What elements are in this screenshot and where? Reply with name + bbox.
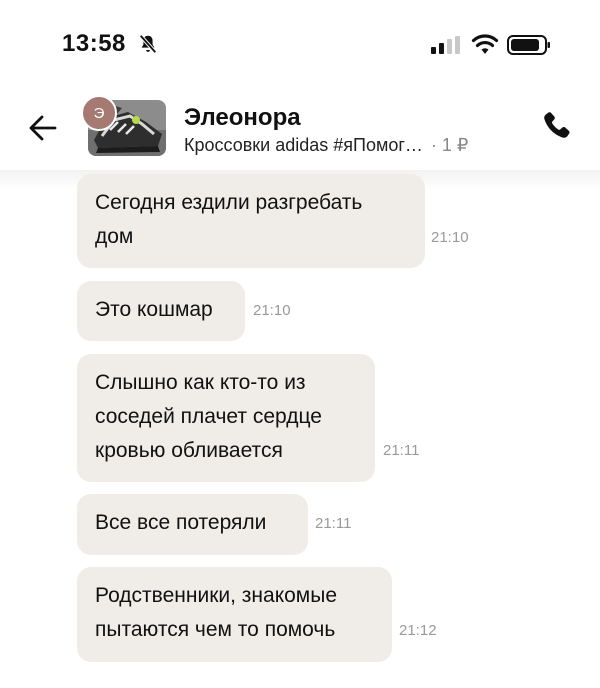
message-text-line: дом <box>95 225 134 248</box>
listing-title: Кроссовки adidas #яПомог… <box>184 135 423 155</box>
listing-info[interactable]: Кроссовки adidas #яПомог… · 1 ₽ <box>184 135 468 156</box>
contact-name: Элеонора <box>184 104 301 131</box>
message-text-line: соседей плачет сердце <box>95 405 322 428</box>
message-text-line: кровью обливается <box>95 439 283 462</box>
message-time: 21:11 <box>383 442 420 459</box>
back-arrow-icon <box>29 115 57 141</box>
avatar[interactable]: Э <box>81 95 117 131</box>
message-text-line: пытаются чем то помочь <box>95 618 336 641</box>
message-text-line: Родственники, знакомые <box>95 584 338 607</box>
message-time: 21:10 <box>253 302 291 319</box>
message-bubble[interactable]: Это кошмар <box>77 281 245 341</box>
message-text-line: Слышно как кто-то из <box>95 371 306 394</box>
status-bar: 13:58 <box>0 0 600 88</box>
back-button[interactable] <box>22 108 64 148</box>
battery-icon <box>507 35 550 55</box>
message-text-line: Сегодня ездили разгребать <box>95 191 363 214</box>
message-bubble[interactable]: Слышно как кто-то из соседей плачет серд… <box>77 354 375 482</box>
message-time: 21:10 <box>431 229 469 246</box>
message-text-line: Все все потеряли <box>95 511 267 534</box>
call-button[interactable] <box>536 106 576 146</box>
message-bubble[interactable]: Сегодня ездили разгребать дом <box>77 174 425 268</box>
listing-price: · 1 ₽ <box>430 135 469 155</box>
message-bubble[interactable]: Родственники, знакомые пытаются чем то п… <box>77 567 392 662</box>
wifi-icon <box>471 34 499 54</box>
message-text-line: Это кошмар <box>95 298 213 321</box>
message-bubble[interactable]: Все все потеряли <box>77 494 308 555</box>
bell-slash-icon <box>139 34 157 54</box>
message-time: 21:11 <box>315 515 352 532</box>
status-time: 13:58 <box>62 30 126 57</box>
phone-icon <box>544 112 570 138</box>
message-time: 21:12 <box>399 622 437 639</box>
chat-header: Э Элеонора Кроссовки adidas #яПомог… · 1 … <box>0 88 600 170</box>
signal-icon <box>431 36 460 54</box>
